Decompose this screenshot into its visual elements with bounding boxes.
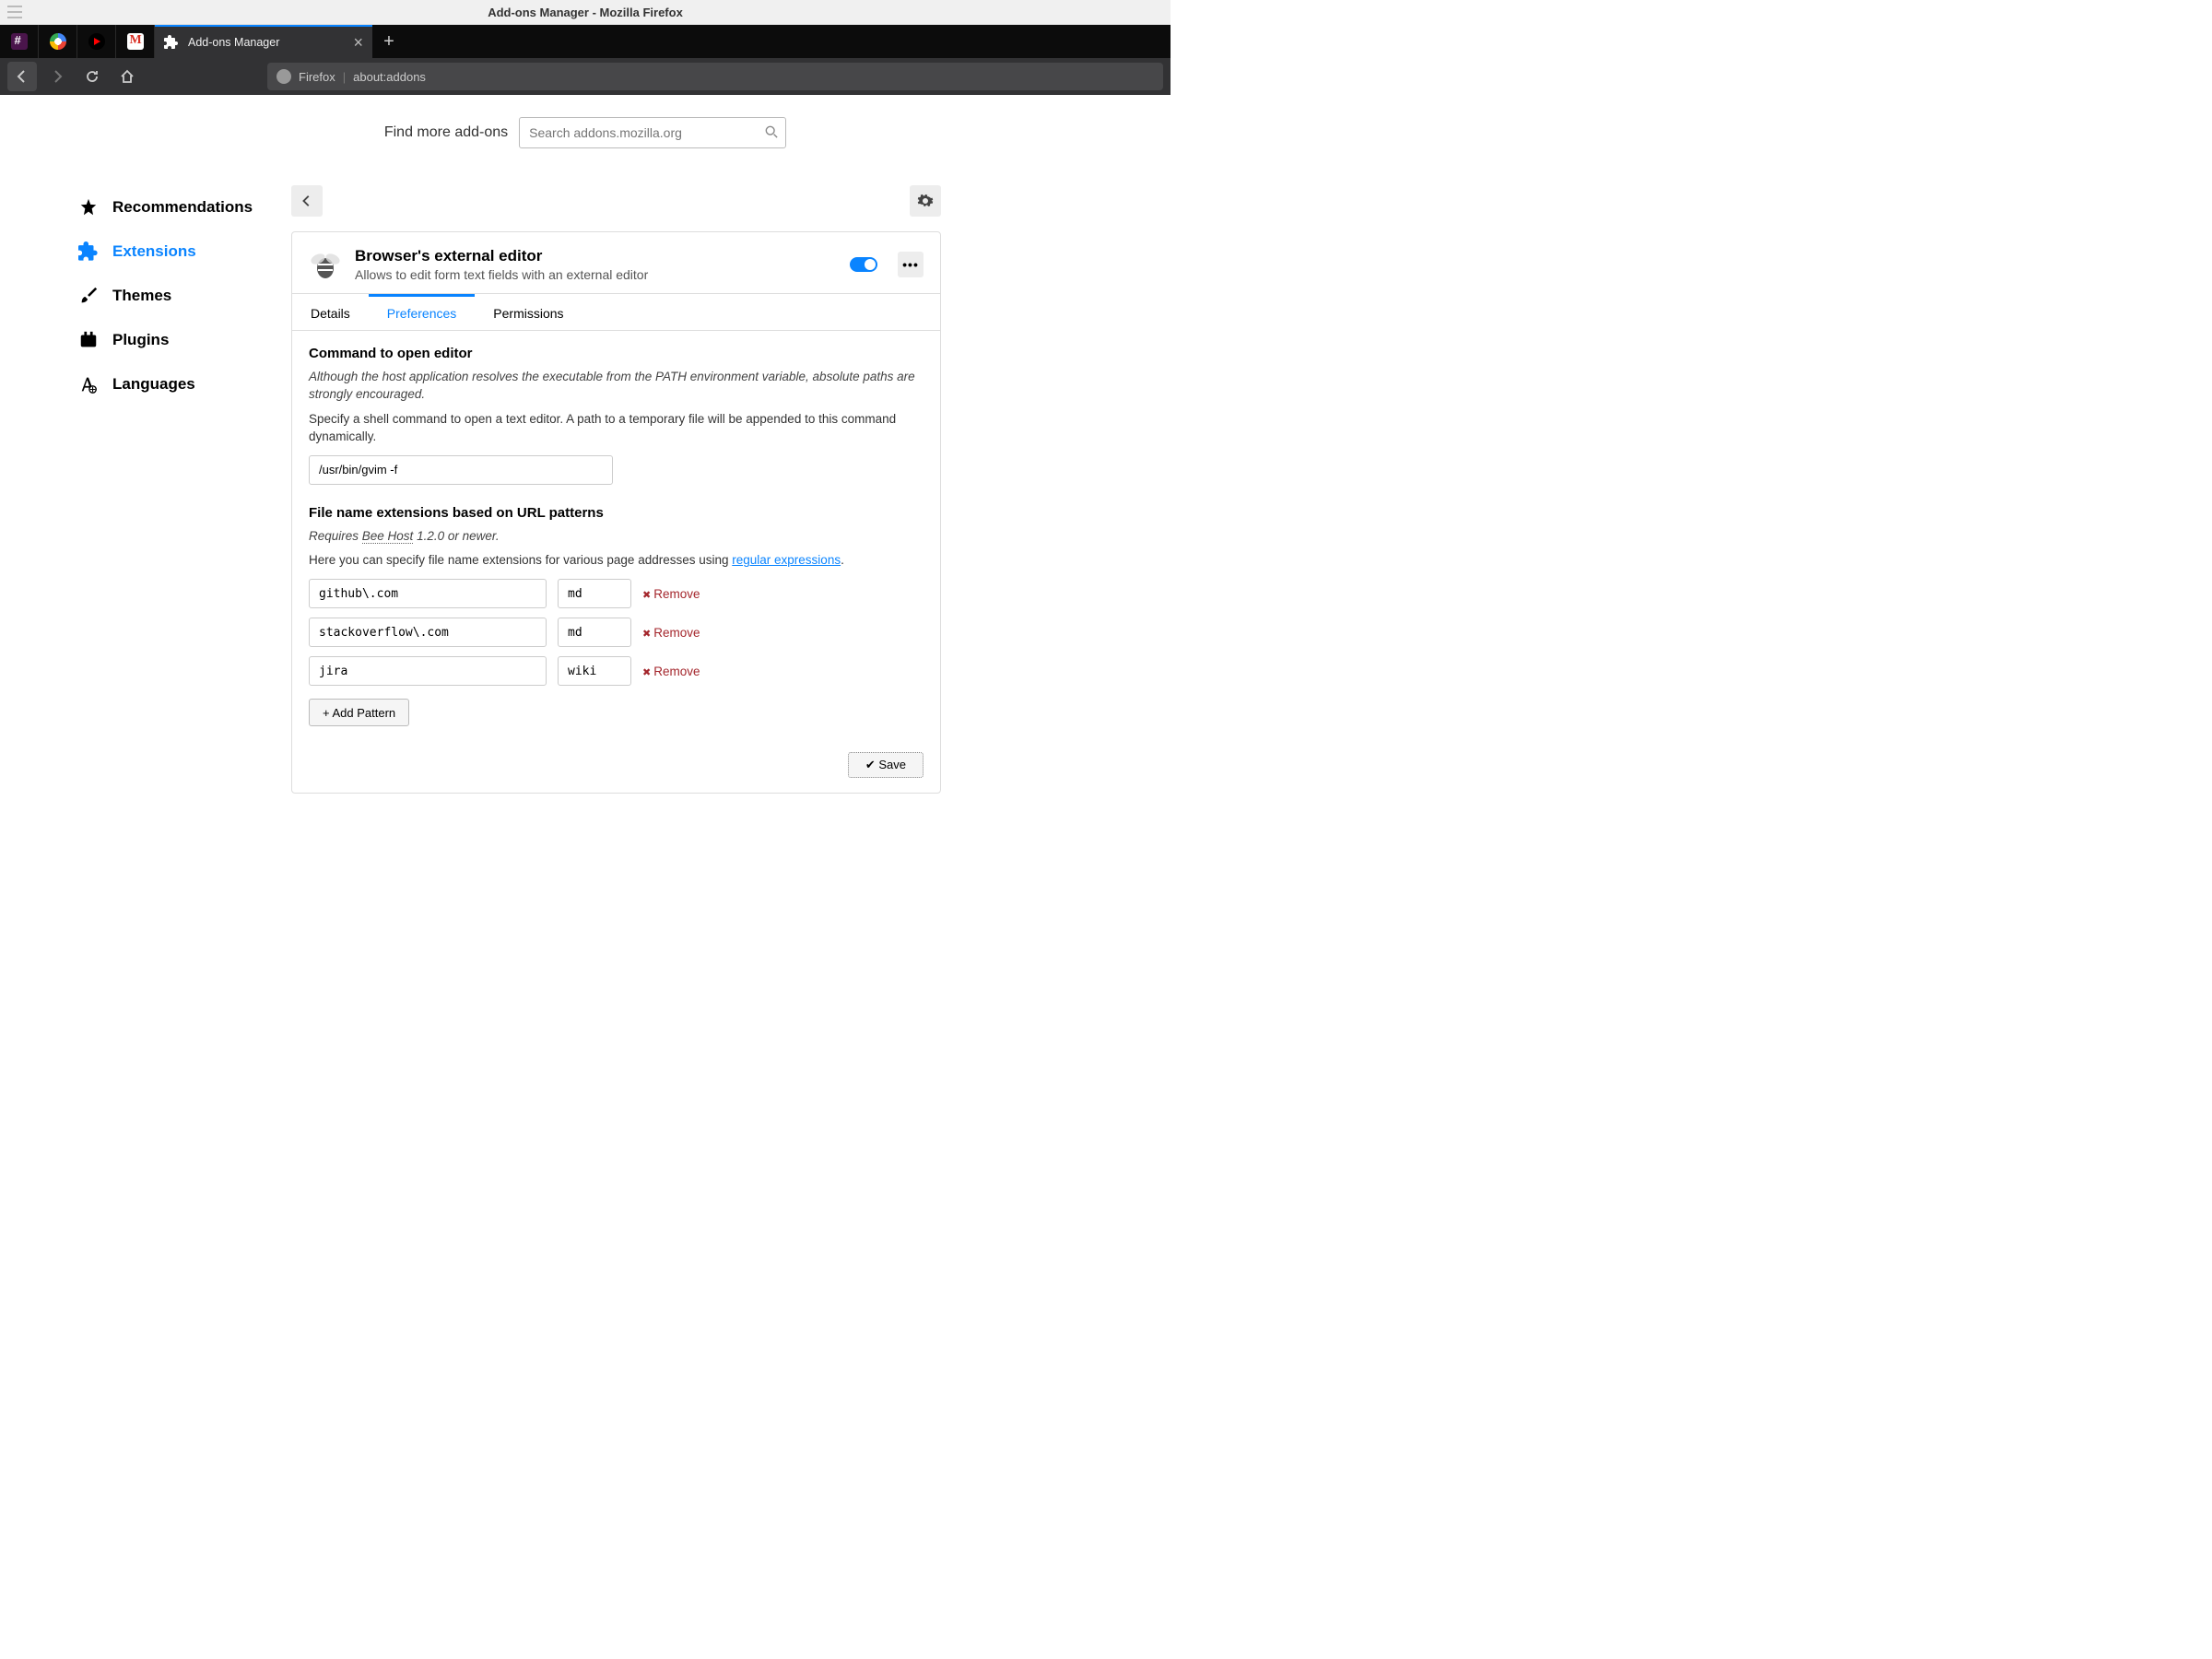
regex-link[interactable]: regular expressions [732,553,841,567]
star-icon [77,196,100,218]
tab-permissions[interactable]: Permissions [475,294,582,330]
remove-button[interactable]: Remove [642,626,700,640]
sidebar-item-languages[interactable]: Languages [74,362,258,406]
url-bar[interactable]: Firefox | about:addons [267,63,1163,90]
firefox-icon [276,69,291,84]
forward-button [42,62,72,91]
patterns-section-title: File name extensions based on URL patter… [309,505,924,521]
command-input[interactable] [309,455,613,485]
detail-tabs: Details Preferences Permissions [292,293,940,331]
new-tab-button[interactable]: + [372,25,406,58]
google-icon [50,33,66,50]
tab-addons-manager[interactable]: Add-ons Manager × [155,25,372,58]
sidebar-label: Languages [112,375,195,394]
sidebar-label: Recommendations [112,198,253,217]
save-button[interactable]: ✔ Save [848,752,924,778]
sidebar-label: Extensions [112,242,196,261]
extension-input[interactable] [558,656,631,686]
pattern-input[interactable] [309,656,547,686]
extension-input[interactable] [558,618,631,647]
extension-input[interactable] [558,579,631,608]
patterns-help: Here you can specify file name extension… [309,552,924,570]
pattern-row: Remove [309,579,924,608]
window-titlebar: Add-ons Manager - Mozilla Firefox [0,0,1171,25]
requires-note: Requires Bee Host 1.2.0 or newer. [309,528,924,546]
play-icon [88,33,105,50]
settings-button[interactable] [910,185,941,217]
preferences-pane: Command to open editor Although the host… [292,331,940,793]
tab-title: Add-ons Manager [188,36,344,49]
pinned-tab-gmail[interactable] [116,25,155,58]
extension-name: Browser's external editor [355,247,837,265]
pinned-tab-google[interactable] [39,25,77,58]
gmail-icon [127,33,144,50]
pinned-tab-media[interactable] [77,25,116,58]
category-sidebar: Recommendations Extensions Themes Plugin… [74,185,258,794]
back-panel-button[interactable] [291,185,323,217]
remove-button[interactable]: Remove [642,587,700,601]
sidebar-label: Themes [112,287,171,305]
sidebar-item-extensions[interactable]: Extensions [74,229,258,274]
command-section-title: Command to open editor [309,346,924,361]
reload-button[interactable] [77,62,107,91]
add-pattern-button[interactable]: + Add Pattern [309,699,409,726]
brush-icon [77,285,100,307]
puzzle-icon [77,241,100,263]
tab-strip: Add-ons Manager × + [0,25,1171,58]
sidebar-label: Plugins [112,331,169,349]
home-button[interactable] [112,62,142,91]
command-help: Specify a shell command to open a text e… [309,411,924,446]
more-button[interactable]: ••• [898,252,924,277]
back-button[interactable] [7,62,37,91]
close-icon[interactable]: × [353,34,363,51]
hamburger-icon[interactable] [7,6,22,18]
tab-details[interactable]: Details [292,294,369,330]
search-icon [765,125,778,141]
pattern-input[interactable] [309,579,547,608]
sidebar-item-themes[interactable]: Themes [74,274,258,318]
nav-toolbar: Firefox | about:addons [0,58,1171,95]
extension-card: Browser's external editor Allows to edit… [291,231,941,794]
remove-button[interactable]: Remove [642,665,700,678]
pinned-tab-slack[interactable] [0,25,39,58]
window-title: Add-ons Manager - Mozilla Firefox [488,6,683,19]
extension-description: Allows to edit form text fields with an … [355,267,837,282]
sidebar-item-plugins[interactable]: Plugins [74,318,258,362]
language-icon [77,373,100,395]
puzzle-icon [164,35,179,50]
plugin-icon [77,329,100,351]
slack-icon [11,33,28,50]
identity-label: Firefox [299,70,335,84]
tab-preferences[interactable]: Preferences [369,294,475,330]
url-text: about:addons [353,70,426,84]
enable-toggle[interactable] [850,257,877,272]
search-input[interactable] [529,125,758,140]
command-note: Although the host application resolves t… [309,369,924,404]
pattern-input[interactable] [309,618,547,647]
pattern-row: Remove [309,656,924,686]
bee-icon [309,248,342,281]
addon-search-box[interactable] [519,117,786,148]
detail-panel: Browser's external editor Allows to edit… [291,185,941,794]
search-label: Find more add-ons [384,124,508,141]
pattern-row: Remove [309,618,924,647]
sidebar-item-recommendations[interactable]: Recommendations [74,185,258,229]
bee-host-link[interactable]: Bee Host [362,529,414,544]
page-content: Find more add-ons Recommendations Extens… [0,95,1171,830]
